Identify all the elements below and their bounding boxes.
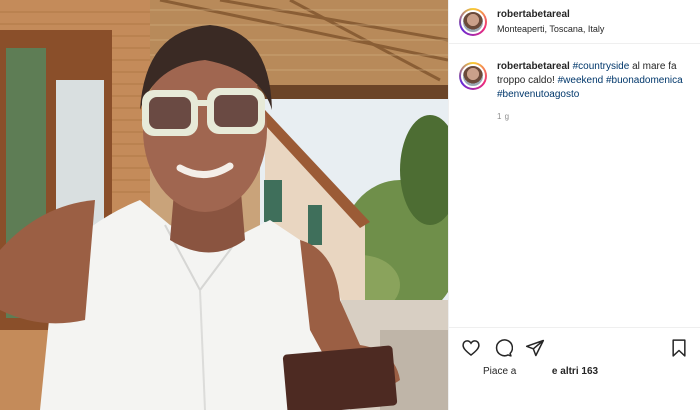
share-icon[interactable] [525,338,545,358]
caption-text: robertabetareal #countryside al mare fa … [497,60,687,102]
post-side-panel: robertabetareal Monteaperti, Toscana, It… [448,0,700,410]
post-age: 1 g [497,112,510,121]
likes-prefix: Piace a [483,366,517,377]
caption-avatar-image [461,64,485,88]
post-header: robertabetareal Monteaperti, Toscana, It… [449,0,700,44]
instagram-post-modal: robertabetareal Monteaperti, Toscana, It… [0,0,700,410]
hashtag-countryside[interactable]: #countryside [573,61,630,72]
header-location[interactable]: Monteaperti, Toscana, Italy [497,23,604,36]
heart-icon[interactable] [461,338,481,358]
hashtag-buonadomenica[interactable]: #buonadomenica [606,75,683,86]
comment-icon[interactable] [493,338,514,358]
caption-body: robertabetareal #countryside al mare fa … [487,60,687,121]
caption-avatar[interactable] [459,62,487,90]
bookmark-icon[interactable] [669,338,689,358]
post-photo[interactable] [0,0,448,410]
likes-summary[interactable]: Piace a e altri 163 [483,366,598,377]
action-icons [461,338,545,358]
header-text: robertabetareal Monteaperti, Toscana, It… [497,8,604,36]
avatar-image [461,9,485,34]
hashtag-benvenutoagosto[interactable]: #benvenutoagosto [497,89,579,100]
caption-username[interactable]: robertabetareal [497,61,570,72]
hashtag-weekend[interactable]: #weekend [558,75,604,86]
likes-others[interactable]: e altri 163 [552,366,598,377]
header-username[interactable]: robertabetareal [497,8,604,21]
action-bar: Piace a e altri 163 [449,327,700,410]
post-caption: robertabetareal #countryside al mare fa … [459,60,691,121]
avatar[interactable] [459,7,487,36]
photo-illustration [0,0,448,410]
